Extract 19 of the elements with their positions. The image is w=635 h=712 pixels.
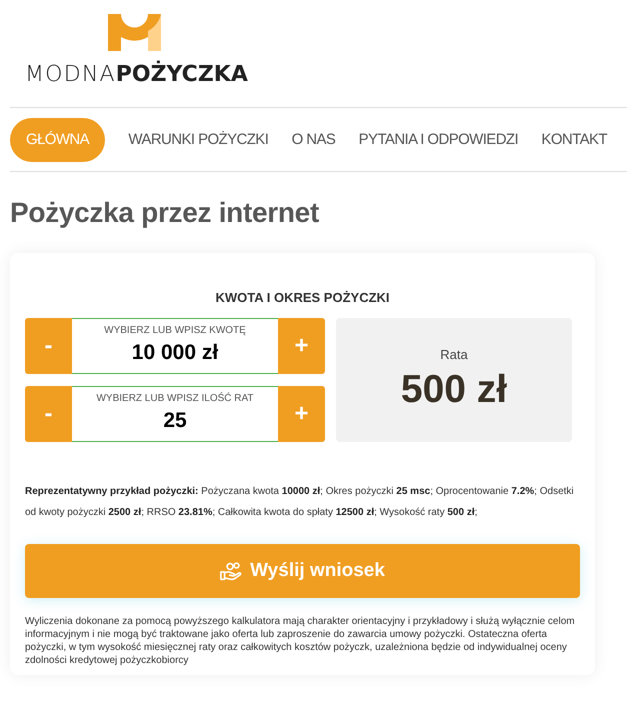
- installment-value: 500 zł: [400, 367, 508, 413]
- hand-coins-icon: [220, 562, 242, 580]
- representative-example: Reprezentatywny przykład pożyczki: Pożyczana kwota 10000 zł; Okres pożyczki 25 msc; Oprocentowanie 7.2%; Odsetki od kwoty pożyczki 2500 zł; RRSO 23.81%; Całkowita kwota do spłaty 12500 zł; Wysokość raty 500 zł;: [25, 485, 575, 520]
- logo-icon: [108, 14, 161, 51]
- page-title: Pożyczka przez internet: [10, 196, 320, 230]
- stepper-field[interactable]: WYBIERZ LUB WPISZ ILOŚĆ RAT 25: [72, 386, 278, 442]
- nav-link[interactable]: PYTANIA I ODPOWIEDZI: [358, 118, 518, 162]
- nav-link[interactable]: KONTAKT: [541, 118, 607, 162]
- nav-link[interactable]: O NAS: [292, 118, 336, 162]
- nav-link[interactable]: WARUNKI POŻYCZKI: [128, 118, 268, 162]
- field-value: 10 000 zł: [132, 340, 218, 366]
- field-label: WYBIERZ LUB WPISZ ILOŚĆ RAT: [96, 393, 254, 405]
- logo-wordmark[interactable]: MODNAPOŻYCZKA: [25, 62, 248, 88]
- calculator-heading: KWOTA I OKRES POŻYCZKI: [214, 290, 391, 306]
- installment-label: Rata: [440, 347, 468, 363]
- stepper-field[interactable]: WYBIERZ LUB WPISZ KWOTĘ 10 000 zł: [72, 318, 278, 374]
- field-label: WYBIERZ LUB WPISZ KWOTĘ: [104, 325, 246, 337]
- disclaimer-text: Wyliczenia dokonane za pomocą powyższego kalkulatora mają charakter orientacyjny i przykładowy i służą wyłącznie celom informacyjnym i nie mogą być traktowane jako oferta lub zaproszenie do zawarcia umowy pożyczki. Ostateczna oferta pożyczki, w tym wysokość miesięcznej raty oraz całkowitych kosztów pożyczk, uzależniona będzie od indywidualnej oceny zdolności kredytowej pożyczkobiorcy: [25, 615, 576, 667]
- field-value: 25: [163, 408, 187, 434]
